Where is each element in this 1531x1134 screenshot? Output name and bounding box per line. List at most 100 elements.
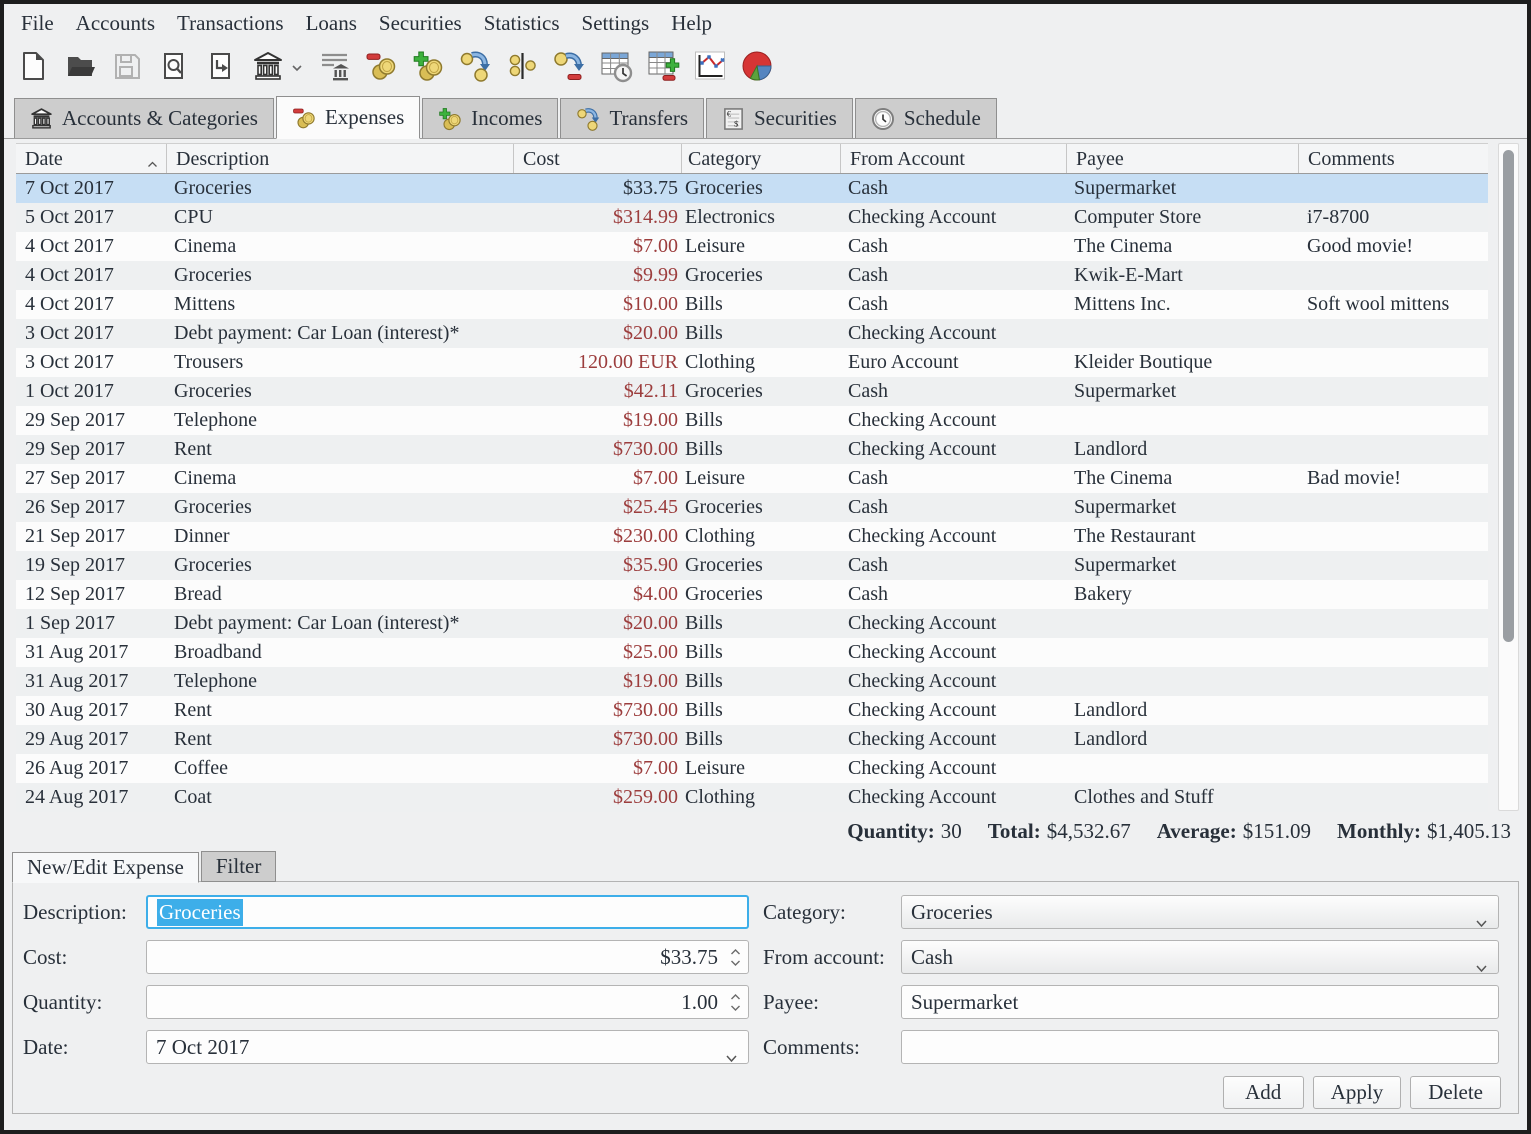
chevron-down-icon [1475, 909, 1488, 934]
column-header-category[interactable]: Category [682, 144, 841, 173]
table-row[interactable]: 5 Oct 2017 CPU $314.99 Electronics Check… [16, 203, 1488, 232]
table-row[interactable]: 4 Oct 2017 Groceries $9.99 Groceries Cas… [16, 261, 1488, 290]
tab-new-edit-expense[interactable]: New/Edit Expense [12, 852, 199, 883]
table-row[interactable]: 29 Aug 2017 Rent $730.00 Bills Checking … [16, 725, 1488, 754]
category-select[interactable]: Groceries [901, 895, 1499, 929]
accounts-button[interactable] [251, 50, 285, 86]
tab-label: Incomes [471, 106, 542, 131]
tab-expenses[interactable]: Expenses [276, 96, 420, 139]
column-header-description[interactable]: Description [167, 144, 514, 173]
cell-cost: $259.00 [514, 783, 682, 812]
summary-bar: Quantity:30 Total:$4,532.67 Average:$151… [4, 813, 1511, 850]
split-transaction-button[interactable] [505, 50, 539, 86]
cell-category: Groceries [682, 377, 841, 406]
cell-description: Mittens [167, 290, 514, 319]
column-header-date[interactable]: Date [16, 144, 167, 173]
comments-input[interactable] [901, 1030, 1499, 1064]
save-button[interactable] [110, 50, 144, 86]
refund-button[interactable] [552, 50, 586, 86]
menu-settings[interactable]: Settings [571, 7, 661, 40]
table-row[interactable]: 1 Oct 2017 Groceries $42.11 Groceries Ca… [16, 377, 1488, 406]
table-row[interactable]: 3 Oct 2017 Debt payment: Car Loan (inter… [16, 319, 1488, 348]
table-row[interactable]: 26 Sep 2017 Groceries $25.45 Groceries C… [16, 493, 1488, 522]
from-account-select[interactable]: Cash [901, 940, 1499, 974]
date-select[interactable]: 7 Oct 2017 [146, 1030, 749, 1064]
column-header-comments[interactable]: Comments [1299, 144, 1488, 173]
page-magnifier-icon [159, 51, 189, 86]
table-row[interactable]: 1 Sep 2017 Debt payment: Car Loan (inter… [16, 609, 1488, 638]
tab-securities[interactable]: €$ Securities [706, 98, 853, 138]
spinner-buttons[interactable] [730, 941, 741, 973]
line-chart-report-button[interactable] [693, 50, 727, 86]
table-row[interactable]: 12 Sep 2017 Bread $4.00 Groceries Cash B… [16, 580, 1488, 609]
cell-comments [1299, 435, 1488, 464]
cell-category: Bills [682, 319, 841, 348]
schedule-transaction-button[interactable] [599, 50, 633, 86]
quantity-input[interactable]: 1.00 [146, 985, 749, 1019]
table-row[interactable]: 27 Sep 2017 Cinema $7.00 Leisure Cash Th… [16, 464, 1488, 493]
table-row[interactable]: 7 Oct 2017 Groceries $33.75 Groceries Ca… [16, 174, 1488, 203]
table-row[interactable]: 4 Oct 2017 Mittens $10.00 Bills Cash Mit… [16, 290, 1488, 319]
tab-accounts-categories[interactable]: Accounts & Categories [14, 98, 274, 138]
accounts-dropdown-button[interactable] [290, 50, 304, 86]
import-button[interactable] [204, 50, 238, 86]
cell-description: Groceries [167, 493, 514, 522]
menu-loans[interactable]: Loans [295, 7, 368, 40]
cell-comments: Bad movie! [1299, 464, 1488, 493]
menu-transactions[interactable]: Transactions [166, 7, 295, 40]
table-row[interactable]: 4 Oct 2017 Cinema $7.00 Leisure Cash The… [16, 232, 1488, 261]
table-row[interactable]: 26 Aug 2017 Coffee $7.00 Leisure Checkin… [16, 754, 1488, 783]
table-row[interactable]: 3 Oct 2017 Trousers 120.00 EUR Clothing … [16, 348, 1488, 377]
cell-date: 3 Oct 2017 [16, 319, 167, 348]
cost-input[interactable]: $33.75 [146, 940, 749, 974]
new-transfer-button[interactable] [458, 50, 492, 86]
cell-cost: $730.00 [514, 435, 682, 464]
cell-payee: Kwik-E-Mart [1067, 261, 1299, 290]
apply-button[interactable]: Apply [1313, 1076, 1402, 1109]
open-document-button[interactable] [63, 50, 97, 86]
tab-incomes[interactable]: Incomes [422, 98, 558, 138]
cell-payee [1067, 319, 1299, 348]
cell-cost: $230.00 [514, 522, 682, 551]
table-row[interactable]: 29 Sep 2017 Telephone $19.00 Bills Check… [16, 406, 1488, 435]
cell-description: Rent [167, 696, 514, 725]
payee-input[interactable]: Supermarket [901, 985, 1499, 1019]
cell-payee: Kleider Boutique [1067, 348, 1299, 377]
cell-description: Coat [167, 783, 514, 812]
table-row[interactable]: 29 Sep 2017 Rent $730.00 Bills Checking … [16, 435, 1488, 464]
new-document-button[interactable] [16, 50, 50, 86]
table-row[interactable]: 31 Aug 2017 Telephone $19.00 Bills Check… [16, 667, 1488, 696]
edit-schedule-button[interactable] [646, 50, 680, 86]
add-button[interactable]: Add [1223, 1076, 1304, 1109]
table-row[interactable]: 21 Sep 2017 Dinner $230.00 Clothing Chec… [16, 522, 1488, 551]
table-row[interactable]: 31 Aug 2017 Broadband $25.00 Bills Check… [16, 638, 1488, 667]
menu-file[interactable]: File [10, 7, 65, 40]
cell-from-account: Cash [841, 377, 1067, 406]
column-header-from-account[interactable]: From Account [841, 144, 1067, 173]
spinner-buttons[interactable] [730, 986, 741, 1018]
line-chart-icon [694, 50, 726, 87]
cell-cost: $730.00 [514, 696, 682, 725]
new-expense-button[interactable] [364, 50, 398, 86]
cell-from-account: Checking Account [841, 783, 1067, 812]
column-header-payee[interactable]: Payee [1067, 144, 1299, 173]
tab-schedule[interactable]: Schedule [855, 98, 997, 138]
column-header-cost[interactable]: Cost [514, 144, 682, 173]
print-preview-button[interactable] [157, 50, 191, 86]
new-income-button[interactable] [411, 50, 445, 86]
menu-statistics[interactable]: Statistics [473, 7, 571, 40]
table-row[interactable]: 19 Sep 2017 Groceries $35.90 Groceries C… [16, 551, 1488, 580]
menu-securities[interactable]: Securities [368, 7, 473, 40]
menu-help[interactable]: Help [660, 7, 723, 40]
account-ledger-button[interactable] [317, 50, 351, 86]
pie-chart-report-button[interactable] [740, 50, 774, 86]
vertical-scrollbar[interactable] [1498, 143, 1519, 811]
table-row[interactable]: 30 Aug 2017 Rent $730.00 Bills Checking … [16, 696, 1488, 725]
tab-transfers[interactable]: Transfers [560, 98, 704, 138]
delete-button[interactable]: Delete [1410, 1076, 1501, 1109]
scrollbar-thumb[interactable] [1503, 150, 1514, 642]
description-input[interactable]: Groceries [146, 895, 749, 929]
table-row[interactable]: 24 Aug 2017 Coat $259.00 Clothing Checki… [16, 783, 1488, 812]
tab-filter[interactable]: Filter [201, 851, 277, 882]
menu-accounts[interactable]: Accounts [65, 7, 166, 40]
